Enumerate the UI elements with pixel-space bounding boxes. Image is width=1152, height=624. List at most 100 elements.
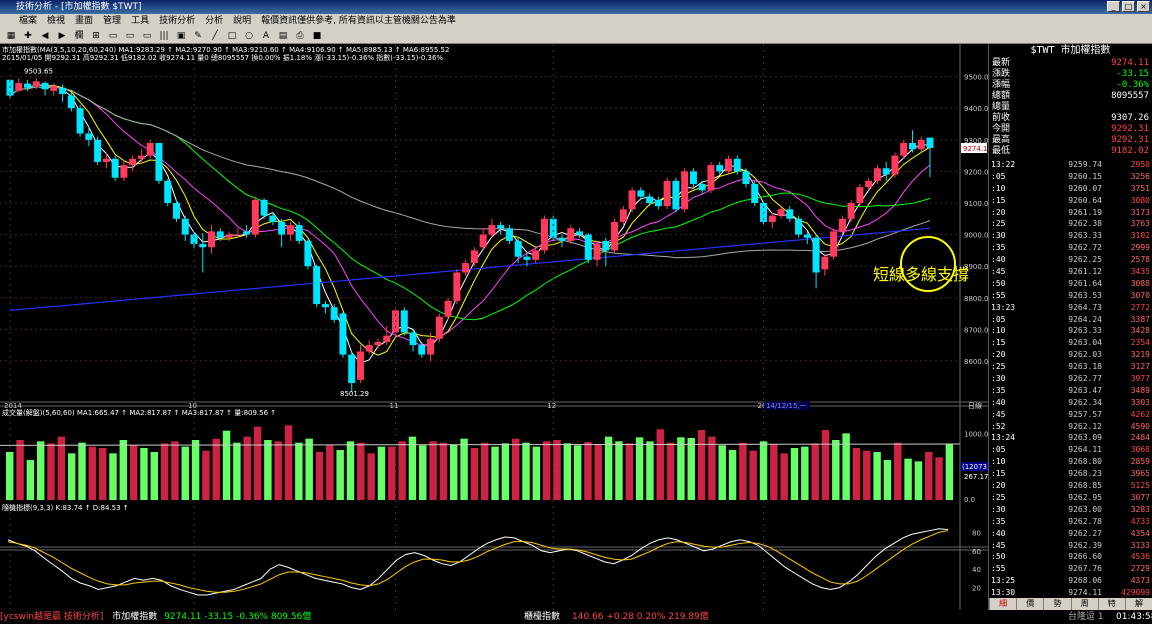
- tick-row: :45 9257.57 4262: [989, 409, 1152, 421]
- volume-bar: [119, 440, 128, 500]
- quote-value: 9307.26: [1111, 113, 1149, 123]
- period-icon[interactable]: 欄: [72, 30, 86, 42]
- back-icon[interactable]: ◀: [38, 30, 52, 42]
- tick-time: :20: [991, 481, 1006, 491]
- volume-bar: [780, 453, 788, 500]
- panel-tab[interactable]: 特: [1097, 598, 1125, 610]
- tick-volume: 3070: [1130, 290, 1150, 300]
- quote-value: -33.15: [1116, 69, 1149, 79]
- chart-icon[interactable]: ▦: [4, 30, 18, 42]
- tick-price: 9260.15: [1068, 171, 1102, 181]
- text-icon[interactable]: A: [259, 30, 273, 42]
- candle-body: [698, 184, 706, 191]
- window-title: 技術分析 - [市加權指數 $TWT]: [16, 2, 142, 12]
- candle-body: [278, 221, 286, 235]
- minimize-button[interactable]: _: [1107, 1, 1120, 12]
- volume-bar: [357, 442, 365, 500]
- bars-icon[interactable]: |||: [157, 30, 171, 42]
- tick-time: :05: [991, 171, 1006, 181]
- ma-line-3: [9, 83, 931, 364]
- window3-icon[interactable]: ▭: [140, 30, 154, 42]
- print-icon[interactable]: ⎙: [293, 30, 307, 42]
- tick-time: :20: [991, 207, 1006, 217]
- panel-tab[interactable]: 周: [1070, 598, 1098, 610]
- tick-volume: 2484: [1130, 433, 1150, 443]
- grid-icon[interactable]: ▤: [276, 30, 290, 42]
- volume-bar: [57, 436, 66, 500]
- clock: 01:43:58: [1116, 612, 1152, 622]
- menu-item-0[interactable]: 檔案: [14, 14, 42, 28]
- rect-icon[interactable]: □: [225, 30, 239, 42]
- tick-volume: 3088: [1130, 278, 1150, 288]
- quote-row: 總額 8095557: [989, 91, 1152, 102]
- menu-item-1[interactable]: 檢視: [42, 14, 70, 28]
- volume-bar: [150, 452, 158, 500]
- pen-icon[interactable]: ✎: [191, 30, 205, 42]
- candle-body: [917, 139, 925, 150]
- menu-item-3[interactable]: 管理: [98, 14, 126, 28]
- tick-time: :20: [991, 350, 1006, 360]
- volume-bar: [708, 436, 716, 500]
- volume-bar: [36, 441, 45, 500]
- tick-volume: 4354: [1130, 528, 1150, 538]
- index-name: 市加權指數: [112, 612, 158, 622]
- window-icon[interactable]: ▭: [106, 30, 120, 42]
- panel-tab[interactable]: 勢: [1043, 598, 1070, 610]
- panel-tab[interactable]: 價: [1016, 598, 1043, 610]
- quote-row: 最新 9274.11: [989, 58, 1152, 69]
- close-button[interactable]: ×: [1137, 1, 1150, 12]
- candle-body: [234, 234, 242, 236]
- volume-bar: [367, 453, 375, 500]
- candle-body: [497, 225, 505, 229]
- save-icon[interactable]: ■: [310, 30, 324, 42]
- tick-price: 9263.18: [1068, 362, 1102, 372]
- forward-icon[interactable]: ▶: [55, 30, 69, 42]
- otc-value: 140.66 +0.28 0.20% 219.89億: [572, 612, 709, 622]
- volume-bar: [336, 450, 344, 500]
- kd-y-label: 20: [972, 585, 981, 593]
- chart-svg[interactable]: 市加權指數(MA(3,5,10,20,60,240) MA1:9283.29 ↑…: [0, 44, 990, 610]
- candle-body: [672, 180, 680, 210]
- tick-row: :35 9263.47 3489: [989, 385, 1152, 397]
- tick-time: :40: [991, 528, 1006, 538]
- maximize-button[interactable]: □: [1122, 1, 1135, 12]
- candle-body: [339, 313, 347, 355]
- tick-row: :35 9262.72 2999: [989, 242, 1152, 254]
- candle-body: [593, 244, 601, 260]
- volume-bar: [790, 448, 799, 500]
- menu-item-7[interactable]: 說明: [228, 14, 256, 28]
- tick-row: :50 9261.64 3088: [989, 278, 1152, 290]
- quote-value: 9292.31: [1111, 124, 1149, 134]
- chart-area[interactable]: 市加權指數(MA(3,5,10,20,60,240) MA1:9283.29 ↑…: [0, 44, 990, 610]
- menu-item-4[interactable]: 工具: [126, 14, 154, 28]
- ma-line-60: [9, 86, 931, 259]
- circle-icon[interactable]: ○: [242, 30, 256, 42]
- panel-tab[interactable]: 解: [1124, 598, 1152, 610]
- tick-time: :10: [991, 457, 1006, 467]
- menu-item-2[interactable]: 畫面: [70, 14, 98, 28]
- tick-row: :45 9262.39 3133: [989, 540, 1152, 552]
- volume-bar: [47, 443, 55, 500]
- connection-status: 台隆逗 1: [1068, 612, 1104, 622]
- menu-item-5[interactable]: 技術分析: [154, 14, 200, 28]
- menu-item-8[interactable]: 報價資訊僅供參考, 所有資訊以主管機關公告為準: [256, 14, 461, 28]
- menu-item-6[interactable]: 分析: [200, 14, 228, 28]
- y-tick-label: 9400.0: [964, 105, 988, 113]
- tick-row: 13:23 9264.73 2772: [989, 302, 1152, 314]
- volume-bar: [759, 441, 768, 500]
- layout-icon[interactable]: ⊞: [89, 30, 103, 42]
- panel-tab[interactable]: 細: [989, 598, 1016, 610]
- window2-icon[interactable]: ▭: [123, 30, 137, 42]
- zoom-icon[interactable]: ▣: [174, 30, 188, 42]
- tick-row: :25 9262.38 3763: [989, 218, 1152, 230]
- tick-price: 9262.12: [1068, 421, 1102, 431]
- tick-price: 9264.24: [1068, 314, 1102, 324]
- tick-volume: 4590: [1130, 421, 1150, 431]
- line-icon[interactable]: ╱: [208, 30, 222, 42]
- volume-bar: [635, 437, 644, 500]
- candle-body: [681, 171, 689, 210]
- volume-bar: [26, 460, 35, 500]
- toolbar: ▦ ✚ ◀ ▶ 欄 ⊞ ▭ ▭ ▭ ||| ▣ ✎ ╱ □ ○ A ▤ ⎙ ■: [0, 28, 1152, 44]
- crosshair-icon[interactable]: ✚: [21, 30, 35, 42]
- tick-row: :15 9268.23 3965: [989, 468, 1152, 480]
